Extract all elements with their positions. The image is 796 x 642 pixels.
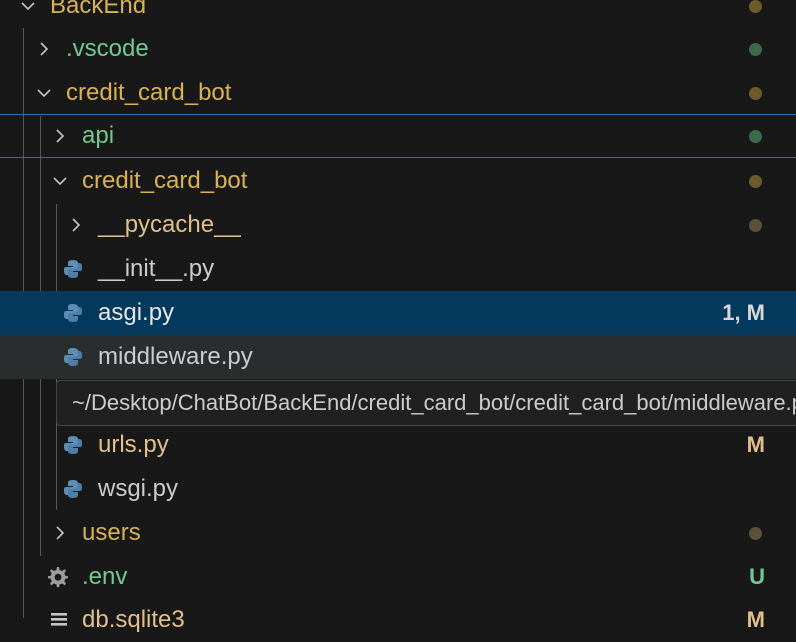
tree-folder-pycache[interactable]: __pycache__	[0, 203, 796, 247]
path-tooltip: ~/Desktop/ChatBot/BackEnd/credit_card_bo…	[56, 380, 796, 426]
tree-file-wsgi-py[interactable]: wsgi.py	[0, 467, 796, 511]
git-status-dot	[749, 218, 762, 232]
python-icon	[61, 477, 85, 501]
git-status-badge: M	[746, 432, 765, 457]
tree-item-label: api	[82, 122, 115, 149]
tree-item-label: users	[82, 519, 141, 546]
python-icon	[61, 301, 85, 325]
tree-file-middleware-py[interactable]: middleware.py	[0, 335, 796, 379]
git-status-dot	[749, 174, 762, 188]
tree-folder-api[interactable]: api	[0, 114, 796, 158]
tree-item-label: __pycache__	[98, 211, 241, 238]
tree-folder-users[interactable]: users	[0, 511, 796, 555]
chevron-down-icon	[17, 0, 39, 17]
git-status-badge: 1, M	[722, 300, 765, 325]
tree-file-db-sqlite3[interactable]: db.sqlite3 M	[0, 598, 796, 642]
tree-folder-credit-card-bot-inner[interactable]: credit_card_bot	[0, 159, 796, 203]
git-status-dot	[749, 0, 762, 13]
database-icon	[47, 608, 71, 632]
git-status-dot	[749, 129, 762, 143]
tree-file-urls-py[interactable]: urls.py M	[0, 423, 796, 467]
tree-folder-credit-card-bot[interactable]: credit_card_bot	[0, 71, 796, 115]
chevron-down-icon	[33, 82, 55, 104]
python-icon	[61, 345, 85, 369]
tree-item-label: __init__.py	[98, 255, 215, 282]
tree-item-label: urls.py	[98, 431, 169, 458]
chevron-right-icon	[49, 522, 71, 544]
tree-item-label: wsgi.py	[98, 475, 179, 502]
git-status-badge: U	[749, 564, 765, 589]
python-icon	[61, 433, 85, 457]
git-status-dot	[749, 86, 762, 100]
tree-folder-backend[interactable]: BackEnd	[0, 0, 796, 28]
git-status-badge: M	[746, 607, 765, 632]
python-icon	[61, 257, 85, 281]
tree-folder-vscode[interactable]: .vscode	[0, 27, 796, 71]
file-explorer-tree: BackEnd .vscode credit_card_bot api cred…	[0, 0, 796, 633]
chevron-right-icon	[49, 125, 71, 147]
tree-item-label: db.sqlite3	[82, 606, 185, 633]
tree-item-label: credit_card_bot	[82, 167, 248, 194]
chevron-right-icon	[65, 214, 87, 236]
chevron-right-icon	[33, 38, 55, 60]
tree-item-label: asgi.py	[98, 299, 175, 326]
tree-file-env[interactable]: .env U	[0, 555, 796, 599]
tree-item-label: .env	[82, 563, 128, 590]
tree-file-asgi-py[interactable]: asgi.py 1, M	[0, 291, 796, 335]
gear-icon	[45, 565, 69, 589]
tree-item-label: .vscode	[66, 35, 149, 62]
git-status-dot	[749, 42, 762, 56]
chevron-down-icon	[49, 170, 71, 192]
tree-item-label: middleware.py	[98, 343, 253, 370]
git-status-dot	[749, 526, 762, 540]
tree-item-label: credit_card_bot	[66, 79, 232, 106]
tree-item-label: BackEnd	[50, 0, 147, 19]
tree-file-init-py[interactable]: __init__.py	[0, 247, 796, 291]
